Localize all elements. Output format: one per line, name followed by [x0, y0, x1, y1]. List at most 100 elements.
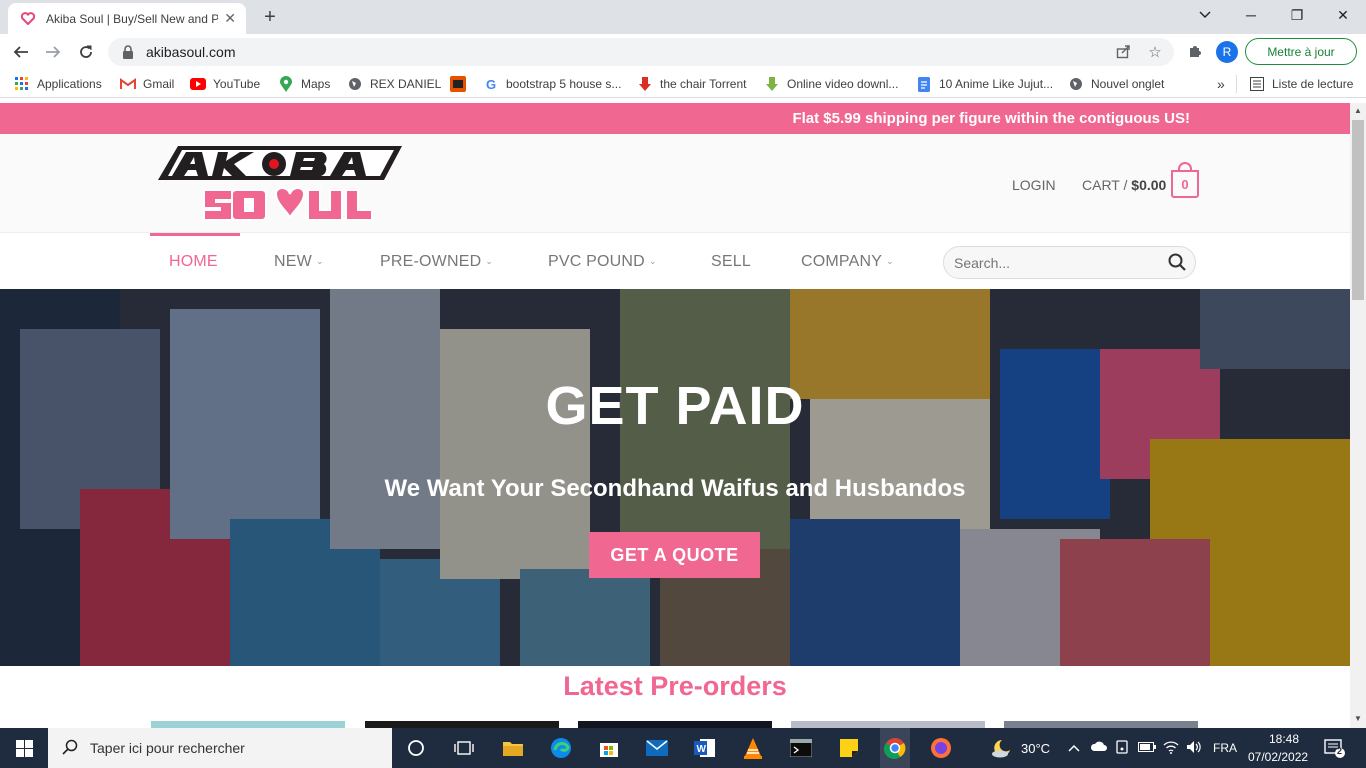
main-navigation: HOME NEW ⌄ PRE-OWNED ⌄ PVC POUND ⌄ SELL COM… [0, 232, 1350, 289]
firefox-icon[interactable] [927, 734, 955, 762]
profile-avatar[interactable]: R [1216, 41, 1238, 63]
get-a-quote-button[interactable]: GET A QUOTE [589, 532, 760, 578]
url-text: akibasoul.com [146, 44, 236, 60]
browser-tab[interactable]: Akiba Soul | Buy/Sell New and Pre ✕ [8, 3, 246, 34]
device-icon[interactable] [1115, 740, 1129, 757]
windows-start-button[interactable] [0, 728, 48, 768]
word-icon[interactable]: W [691, 734, 719, 762]
weather-moon-icon[interactable] [990, 738, 1012, 761]
product-thumbnail[interactable] [578, 721, 772, 728]
bookmark-label: Applications [37, 77, 102, 91]
hero-subtitle: We Want Your Secondhand Waifus and Husba… [384, 475, 966, 502]
tab-strip: Akiba Soul | Buy/Sell New and Pre ✕ + ─ … [0, 0, 1366, 34]
bookmark-star-icon[interactable]: ☆ [1146, 44, 1164, 62]
hero-banner: GET PAID We Want Your Secondhand Waifus … [0, 289, 1350, 666]
forward-icon[interactable] [40, 39, 66, 65]
share-icon[interactable] [1114, 44, 1132, 62]
product-thumbnail[interactable] [1004, 721, 1198, 728]
extensions-puzzle-icon[interactable] [1186, 43, 1204, 61]
clock-time[interactable]: 18:48 [1264, 732, 1304, 746]
close-window-button[interactable]: ✕ [1320, 0, 1366, 30]
taskbar-search-box[interactable]: Taper ici pour rechercher [48, 728, 392, 768]
scroll-down-arrow-icon[interactable]: ▼ [1354, 714, 1362, 723]
bookmark-gmail[interactable]: Gmail [120, 75, 174, 93]
minimize-button[interactable]: ─ [1228, 0, 1274, 30]
cart-count-badge[interactable]: 0 [1171, 170, 1199, 198]
nav-label: HOME [169, 252, 218, 270]
bookmark-anime[interactable]: 10 Anime Like Jujut... [916, 75, 1053, 93]
task-view-icon[interactable] [450, 734, 478, 762]
address-bar[interactable]: akibasoul.com ☆ [108, 38, 1174, 66]
akiba-soul-logo[interactable] [150, 144, 404, 224]
doc-icon [916, 76, 932, 92]
bookmark-label: 10 Anime Like Jujut... [939, 77, 1054, 91]
bookmarks-overflow-button[interactable]: » [1217, 75, 1225, 93]
web-page: Flat $5.99 shipping per figure within th… [0, 103, 1350, 728]
nav-company[interactable]: COMPANY ⌄ [801, 233, 894, 290]
bookmark-youtube[interactable]: YouTube [190, 75, 260, 93]
cart-total: $0.00 [1131, 177, 1167, 193]
terminal-icon[interactable] [787, 734, 815, 762]
bookmark-maps[interactable]: Maps [278, 75, 330, 93]
bookmark-label: bootstrap 5 house s... [506, 77, 622, 91]
nav-label: SELL [711, 252, 751, 270]
site-icon [450, 76, 466, 92]
microsoft-store-icon[interactable] [595, 734, 623, 762]
bookmark-label: REX DANIEL [370, 77, 442, 91]
page-scrollbar[interactable]: ▲ ▼ [1350, 103, 1366, 728]
bookmark-torrent[interactable]: the chair Torrent [637, 75, 747, 93]
login-link[interactable]: LOGIN [1012, 177, 1056, 193]
wifi-icon[interactable] [1163, 740, 1179, 757]
search-input[interactable] [954, 254, 1154, 271]
nav-new[interactable]: NEW ⌄ [274, 233, 324, 290]
chrome-taskbar-icon[interactable] [880, 728, 910, 768]
chevron-down-icon: ⌄ [648, 256, 657, 266]
notifications-icon[interactable]: 2 [1324, 738, 1346, 761]
back-icon[interactable] [8, 39, 34, 65]
new-tab-button[interactable]: + [258, 6, 282, 30]
product-thumbnail[interactable] [365, 721, 559, 728]
battery-icon[interactable] [1138, 740, 1156, 755]
cortana-icon[interactable] [402, 734, 430, 762]
edge-browser-icon[interactable] [547, 734, 575, 762]
onedrive-cloud-icon[interactable] [1090, 740, 1108, 755]
restore-button[interactable]: ❐ [1274, 0, 1320, 30]
weather-temperature[interactable]: 30°C [1021, 741, 1050, 756]
taskbar-search-placeholder: Taper ici pour rechercher [90, 740, 245, 756]
tab-close-icon[interactable]: ✕ [224, 10, 236, 27]
bookmark-rex-daniel[interactable]: REX DANIEL [347, 75, 441, 93]
notification-count: 2 [1337, 746, 1343, 756]
sticky-notes-icon[interactable] [835, 734, 863, 762]
nav-pre-owned[interactable]: PRE-OWNED ⌄ [380, 233, 493, 290]
vlc-icon[interactable] [739, 734, 767, 762]
download-icon [764, 76, 780, 92]
nav-label: NEW [274, 252, 312, 270]
tab-search-icon[interactable] [1182, 0, 1228, 30]
bookmark-applications[interactable]: Applications [14, 75, 102, 93]
scroll-up-arrow-icon[interactable]: ▲ [1354, 106, 1362, 115]
show-hidden-icons-icon[interactable] [1068, 740, 1080, 755]
volume-icon[interactable] [1186, 740, 1202, 757]
product-thumbnail[interactable] [791, 721, 985, 728]
reading-list-button[interactable]: Liste de lecture [1249, 75, 1353, 93]
nav-home[interactable]: HOME [169, 233, 218, 290]
update-chrome-button[interactable]: Mettre à jour [1245, 38, 1357, 65]
input-language[interactable]: FRA [1213, 741, 1237, 755]
mail-icon[interactable] [643, 734, 671, 762]
nav-sell[interactable]: SELL [711, 233, 751, 290]
browser-toolbar: akibasoul.com ☆ [0, 34, 1366, 70]
lock-icon [122, 45, 134, 59]
google-icon: G [485, 76, 497, 92]
clock-date[interactable]: 07/02/2022 [1248, 750, 1308, 764]
search-icon[interactable] [1168, 253, 1186, 276]
cart-link[interactable]: CART / $0.00 [1082, 177, 1166, 193]
product-thumbnail[interactable] [151, 721, 345, 728]
bookmark-site[interactable] [450, 75, 473, 93]
reload-icon[interactable] [73, 39, 99, 65]
bookmark-new-tab[interactable]: Nouvel onglet [1068, 75, 1164, 93]
bookmark-bootstrap[interactable]: G bootstrap 5 house s... [483, 75, 621, 93]
bookmark-video-download[interactable]: Online video downl... [764, 75, 898, 93]
nav-pvc-pound[interactable]: PVC POUND ⌄ [548, 233, 657, 290]
file-explorer-icon[interactable] [499, 734, 527, 762]
scrollbar-thumb[interactable] [1352, 120, 1364, 300]
